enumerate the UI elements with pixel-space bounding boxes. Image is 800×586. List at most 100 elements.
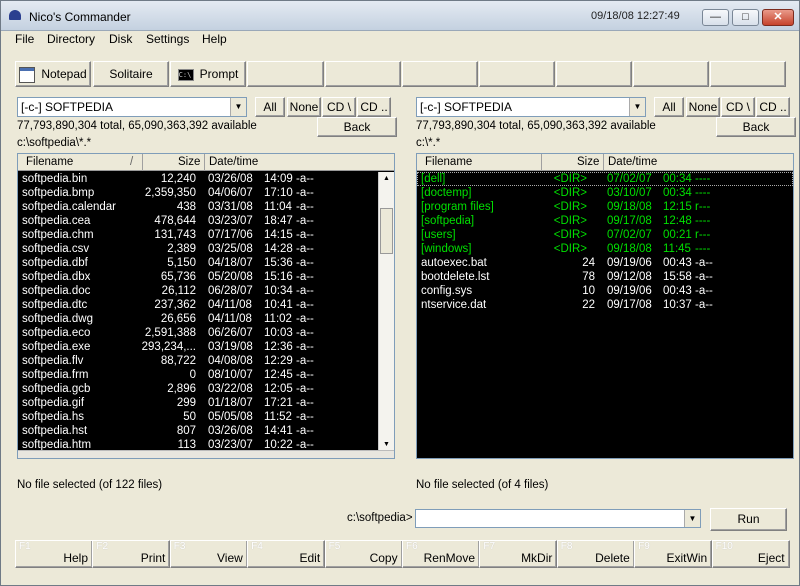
left-cd-up-button[interactable]: CD .. <box>357 97 391 117</box>
file-row[interactable]: softpedia.flv 88,722 04/08/08 12:29 -a-- <box>18 354 394 368</box>
file-row[interactable]: softpedia.dbx 65,736 05/20/08 15:16 -a-- <box>18 270 394 284</box>
prompt-button[interactable]: C:\ Prompt <box>170 61 246 87</box>
notepad-button[interactable]: Notepad <box>15 61 91 87</box>
directory-row[interactable]: [dell] <DIR> 07/02/07 00:34 ---- <box>417 172 793 186</box>
file-row[interactable]: softpedia.dwg 26,656 04/11/08 11:02 -a-- <box>18 312 394 326</box>
fkey-renmove-button[interactable]: F6 RenMove <box>402 540 480 568</box>
chevron-down-icon[interactable]: ▼ <box>684 510 700 527</box>
right-col-filename[interactable]: Filename <box>425 156 472 168</box>
file-row[interactable]: softpedia.bin 12,240 03/26/08 14:09 -a-- <box>18 172 394 186</box>
left-all-button[interactable]: All <box>255 97 285 117</box>
left-drive-select[interactable]: [-c-] SOFTPEDIA ▼ <box>17 97 247 117</box>
left-col-size[interactable]: Size <box>178 156 200 168</box>
row-attributes: r--- <box>695 229 711 241</box>
directory-row[interactable]: [softpedia] <DIR> 09/17/08 12:48 ---- <box>417 214 793 228</box>
fkey-number: F3 <box>173 541 186 552</box>
file-row[interactable]: config.sys 10 09/19/06 00:43 -a-- <box>417 284 793 298</box>
menu-help[interactable]: Help <box>202 32 227 46</box>
file-row[interactable]: softpedia.gif 299 01/18/07 17:21 -a-- <box>18 396 394 410</box>
fkey-help-button[interactable]: F1 Help <box>15 540 93 568</box>
directory-row[interactable]: [program files] <DIR> 09/18/08 12:15 r--- <box>417 200 793 214</box>
fkey-exitwin-button[interactable]: F9 ExitWin <box>634 540 713 568</box>
row-attributes: -a-- <box>296 327 314 339</box>
row-date: 05/20/08 <box>208 271 253 283</box>
directory-row[interactable]: [windows] <DIR> 09/18/08 11:45 ---- <box>417 242 793 256</box>
fkey-copy-button[interactable]: F5 Copy <box>324 540 403 568</box>
chevron-down-icon[interactable]: ▼ <box>230 98 246 116</box>
file-row[interactable]: softpedia.calendar 438 03/31/08 11:04 -a-- <box>18 200 394 214</box>
toolbar-slot-9[interactable] <box>633 61 709 87</box>
directory-row[interactable]: [doctemp] <DIR> 03/10/07 00:34 ---- <box>417 186 793 200</box>
right-back-button[interactable]: Back <box>716 117 796 137</box>
right-cd-up-button[interactable]: CD .. <box>756 97 790 117</box>
fkey-view-button[interactable]: F3 View <box>169 540 248 568</box>
run-button[interactable]: Run <box>710 508 787 531</box>
right-all-button[interactable]: All <box>654 97 684 117</box>
toolbar-slot-10[interactable] <box>710 61 786 87</box>
directory-row[interactable]: [users] <DIR> 07/02/07 00:21 r--- <box>417 228 793 242</box>
scroll-up-icon[interactable]: ▲ <box>379 172 394 186</box>
toolbar-slot-5[interactable] <box>325 61 401 87</box>
close-button[interactable]: ✕ <box>762 9 794 26</box>
toolbar-slot-6[interactable] <box>402 61 478 87</box>
right-col-date[interactable]: Date/time <box>608 156 657 168</box>
fkey-eject-button[interactable]: F10 Eject <box>711 540 790 568</box>
right-drive-select[interactable]: [-c-] SOFTPEDIA ▼ <box>416 97 646 117</box>
left-horizontal-scrollbar[interactable] <box>18 450 394 458</box>
command-input[interactable]: ▼ <box>415 509 701 528</box>
file-row[interactable]: softpedia.dtc 237,362 04/11/08 10:41 -a-- <box>18 298 394 312</box>
file-row[interactable]: softpedia.chm 131,743 07/17/06 14:15 -a-- <box>18 228 394 242</box>
right-col-size[interactable]: Size <box>577 156 599 168</box>
left-col-filename[interactable]: Filename <box>26 156 73 168</box>
solitaire-button[interactable]: Solitaire <box>93 61 169 87</box>
toolbar-slot-7[interactable] <box>479 61 555 87</box>
menu-directory[interactable]: Directory <box>47 32 95 46</box>
left-back-button[interactable]: Back <box>317 117 397 137</box>
fkey-mkdir-button[interactable]: F7 MkDir <box>479 540 558 568</box>
file-row[interactable]: softpedia.eco 2,591,388 06/26/07 10:03 -a-- <box>18 326 394 340</box>
chevron-down-icon[interactable]: ▼ <box>629 98 645 116</box>
fkey-edit-button[interactable]: F4 Edit <box>247 540 326 568</box>
row-filename: softpedia.hs <box>22 411 85 423</box>
row-date: 03/10/07 <box>607 187 652 199</box>
left-vertical-scrollbar[interactable]: ▲ ▼ <box>378 172 394 452</box>
file-row[interactable]: bootdelete.lst 78 09/12/08 15:58 -a-- <box>417 270 793 284</box>
file-row[interactable]: autoexec.bat 24 09/19/06 00:43 -a-- <box>417 256 793 270</box>
file-row[interactable]: softpedia.dbf 5,150 04/18/07 15:36 -a-- <box>18 256 394 270</box>
file-row[interactable]: softpedia.frm 0 08/10/07 12:45 -a-- <box>18 368 394 382</box>
minimize-button[interactable]: — <box>702 9 729 26</box>
fkey-delete-button[interactable]: F8 Delete <box>556 540 635 568</box>
file-row[interactable]: softpedia.exe 293,234,... 03/19/08 12:36 -a-… <box>18 340 394 354</box>
menu-file[interactable]: File <box>15 32 34 46</box>
toolbar-slot-8[interactable] <box>556 61 632 87</box>
file-row[interactable]: softpedia.hs 50 05/05/08 11:52 -a-- <box>18 410 394 424</box>
left-cd-root-button[interactable]: CD \ <box>322 97 356 117</box>
right-cd-root-button[interactable]: CD \ <box>721 97 755 117</box>
row-date: 06/26/07 <box>208 327 253 339</box>
menu-settings[interactable]: Settings <box>146 32 189 46</box>
right-none-button[interactable]: None <box>686 97 720 117</box>
toolbar-slot-4[interactable] <box>247 61 324 87</box>
maximize-button[interactable]: □ <box>732 9 759 26</box>
file-row[interactable]: softpedia.hst 807 03/26/08 14:41 -a-- <box>18 424 394 438</box>
right-file-list[interactable]: Filename Size Date/time [dell] <DIR> 07/02… <box>416 153 794 459</box>
fkey-print-button[interactable]: F2 Print <box>92 540 171 568</box>
title-bar[interactable]: Nico's Commander 09/18/08 12:27:49 — □ ✕ <box>1 1 799 31</box>
menu-disk[interactable]: Disk <box>109 32 132 46</box>
row-time: 12:05 <box>264 383 293 395</box>
row-date: 09/18/08 <box>607 243 652 255</box>
file-row[interactable]: softpedia.gcb 2,896 03/22/08 12:05 -a-- <box>18 382 394 396</box>
left-file-list[interactable]: Filename / Size Date/time softpedia.bin 1… <box>17 153 395 459</box>
file-row[interactable]: ntservice.dat 22 09/17/08 10:37 -a-- <box>417 298 793 312</box>
fkey-label: MkDir <box>521 551 553 565</box>
left-none-button[interactable]: None <box>287 97 321 117</box>
file-row[interactable]: softpedia.bmp 2,359,350 04/06/07 17:10 -a-- <box>18 186 394 200</box>
row-date: 03/31/08 <box>208 201 253 213</box>
file-row[interactable]: softpedia.cea 478,644 03/23/07 18:47 -a-- <box>18 214 394 228</box>
scroll-thumb[interactable] <box>380 208 393 254</box>
prompt-label: Prompt <box>199 67 239 81</box>
file-row[interactable]: softpedia.csv 2,389 03/25/08 14:28 -a-- <box>18 242 394 256</box>
file-row[interactable]: softpedia.doc 26,112 06/28/07 10:34 -a-- <box>18 284 394 298</box>
row-attributes: -a-- <box>296 173 314 185</box>
left-col-date[interactable]: Date/time <box>209 156 258 168</box>
